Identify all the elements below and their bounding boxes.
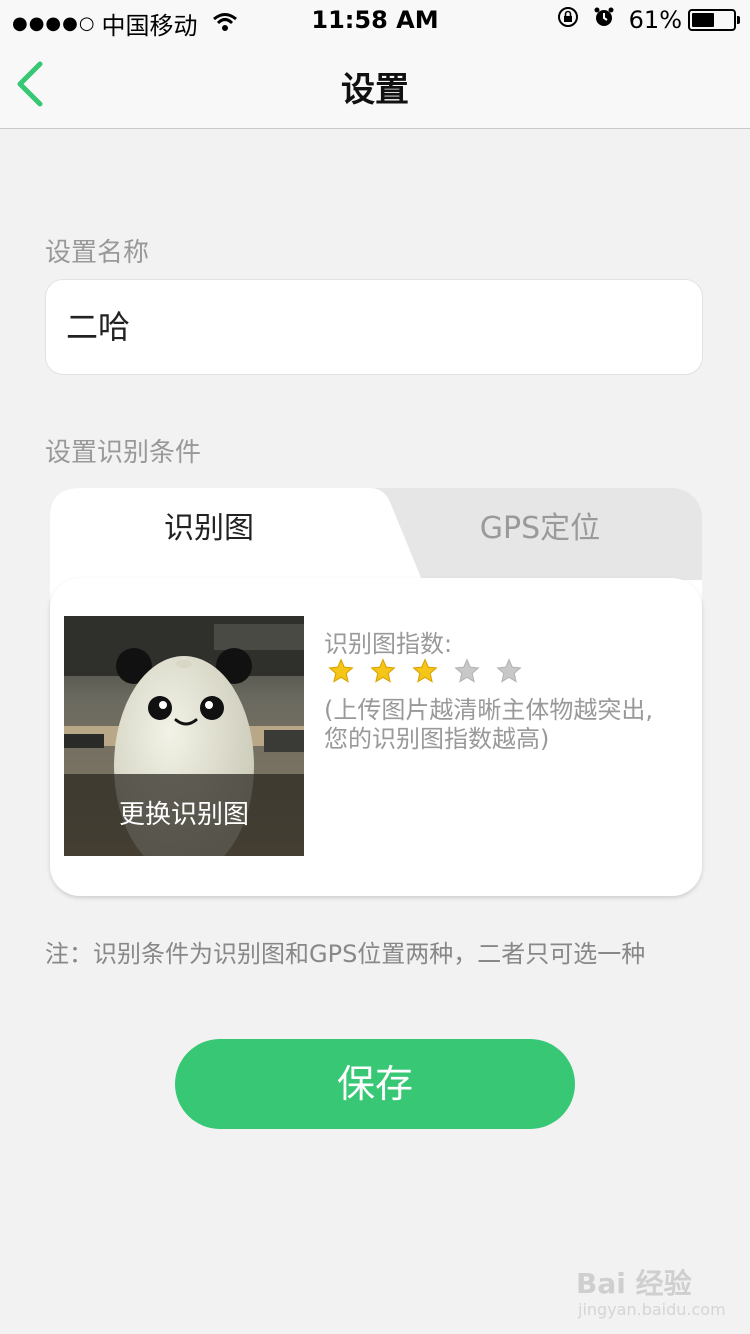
- tab-recognition-image[interactable]: 识别图: [50, 503, 368, 547]
- battery-level: [692, 13, 714, 27]
- status-bar: ●●●●○ 中国移动 11:58 AM 61%: [0, 0, 750, 40]
- battery-percent: 61%: [628, 6, 682, 34]
- recognition-index-rating: [328, 658, 538, 684]
- watermark-url: jingyan.baidu.com: [578, 1300, 726, 1319]
- star-empty-icon: [454, 658, 480, 683]
- page-title: 设置: [341, 70, 409, 110]
- name-section-label: 设置名称: [45, 238, 150, 268]
- tab-gps-location[interactable]: GPS定位: [430, 503, 650, 547]
- watermark-logo: Bai 经验: [576, 1267, 692, 1300]
- save-button[interactable]: 保存: [175, 1039, 575, 1129]
- status-right: 61%: [557, 6, 740, 34]
- name-input[interactable]: 二哈: [45, 279, 703, 375]
- condition-section-label: 设置识别条件: [45, 438, 202, 468]
- star-filled-icon: [412, 658, 438, 683]
- alarm-icon: [593, 6, 615, 34]
- condition-note: 注：识别条件为识别图和GPS位置两种，二者只可选一种: [45, 940, 646, 968]
- navigation-bar: 设置: [0, 40, 750, 129]
- battery-icon: [688, 9, 740, 31]
- recognition-card: 识别图 GPS定位 更换识别图 识别图指数: (上传图片越清晰主体物越突出, 您…: [50, 488, 702, 896]
- star-empty-icon: [496, 658, 522, 683]
- rotation-lock-icon: [557, 6, 579, 34]
- change-image-button[interactable]: 更换识别图: [64, 774, 304, 856]
- recognition-index-label: 识别图指数:: [324, 630, 453, 658]
- recognition-image[interactable]: 更换识别图: [64, 616, 304, 856]
- star-filled-icon: [328, 658, 354, 683]
- star-filled-icon: [370, 658, 396, 683]
- recognition-hint: (上传图片越清晰主体物越突出, 您的识别图指数越高): [324, 696, 653, 753]
